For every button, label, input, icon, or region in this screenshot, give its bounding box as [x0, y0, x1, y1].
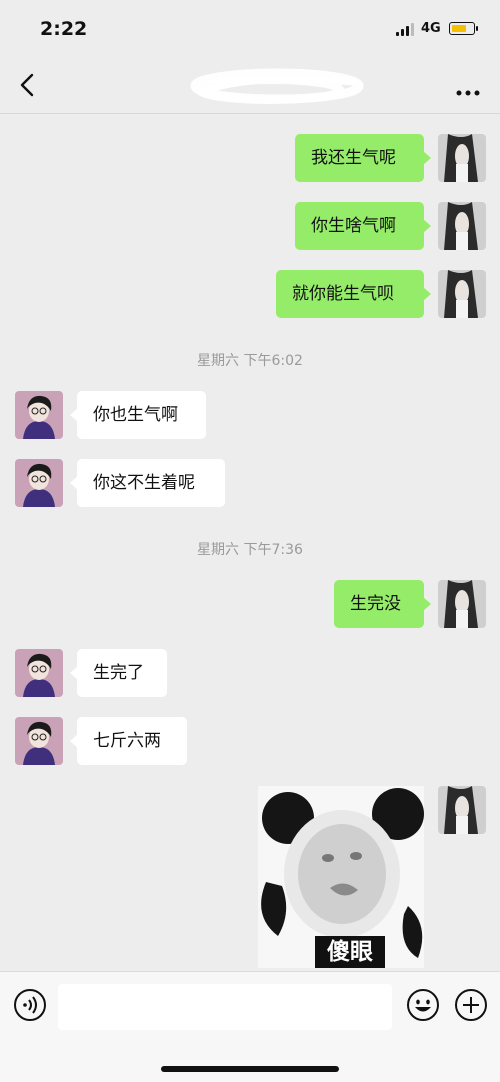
plus-icon — [455, 989, 487, 1021]
emoji-button[interactable] — [406, 988, 440, 1022]
message-bubble-other[interactable]: 你这不生着呢 — [70, 459, 225, 507]
message-bubble-me[interactable]: 你生啥气啊 — [295, 202, 431, 250]
my-avatar[interactable] — [438, 786, 486, 834]
signal-icon — [396, 22, 414, 36]
message-bubble-me[interactable]: 我还生气呢 — [295, 134, 431, 182]
more-dots-icon — [456, 90, 480, 96]
sticker-caption: 傻眼 — [315, 936, 385, 968]
contact-avatar[interactable] — [15, 391, 63, 439]
my-avatar[interactable] — [438, 270, 486, 318]
my-avatar[interactable] — [438, 580, 486, 628]
redacted-title-scribble — [190, 68, 364, 104]
voice-icon — [14, 989, 46, 1021]
message-bubble-other[interactable]: 你也生气啊 — [70, 391, 206, 439]
contact-avatar[interactable] — [15, 717, 63, 765]
panda-meme-sticker[interactable]: 傻眼 — [258, 786, 424, 968]
emoji-icon — [407, 989, 439, 1021]
home-indicator[interactable] — [161, 1066, 339, 1072]
chat-timestamp: 星期六 下午6:02 — [197, 353, 303, 369]
message-bubble-me[interactable]: 生完没 — [334, 580, 431, 628]
my-avatar[interactable] — [438, 202, 486, 250]
network-type: 4G — [421, 21, 441, 36]
back-button[interactable] — [14, 68, 44, 102]
voice-button[interactable] — [13, 988, 47, 1022]
message-bubble-other[interactable]: 生完了 — [70, 649, 167, 697]
plus-button[interactable] — [454, 988, 488, 1022]
chat-header — [0, 58, 500, 114]
my-avatar[interactable] — [438, 134, 486, 182]
chat-area[interactable]: 我还生气呢 你生啥气啊 就你能生气呗 星期六 下午6:02 你也生气啊 你这不生… — [0, 114, 500, 971]
message-input[interactable] — [58, 984, 392, 1030]
contact-avatar[interactable] — [15, 649, 63, 697]
input-bar — [0, 971, 500, 1082]
chat-timestamp: 星期六 下午7:36 — [197, 542, 303, 558]
message-bubble-other[interactable]: 七斤六两 — [70, 717, 187, 765]
battery-tip — [476, 26, 478, 31]
status-time: 2:22 — [40, 18, 88, 40]
more-button[interactable] — [448, 68, 488, 102]
status-bar: 2:22 4G — [0, 0, 500, 58]
message-bubble-me[interactable]: 就你能生气呗 — [276, 270, 431, 318]
chevron-left-icon — [20, 73, 34, 97]
contact-avatar[interactable] — [15, 459, 63, 507]
battery-icon — [449, 22, 475, 35]
